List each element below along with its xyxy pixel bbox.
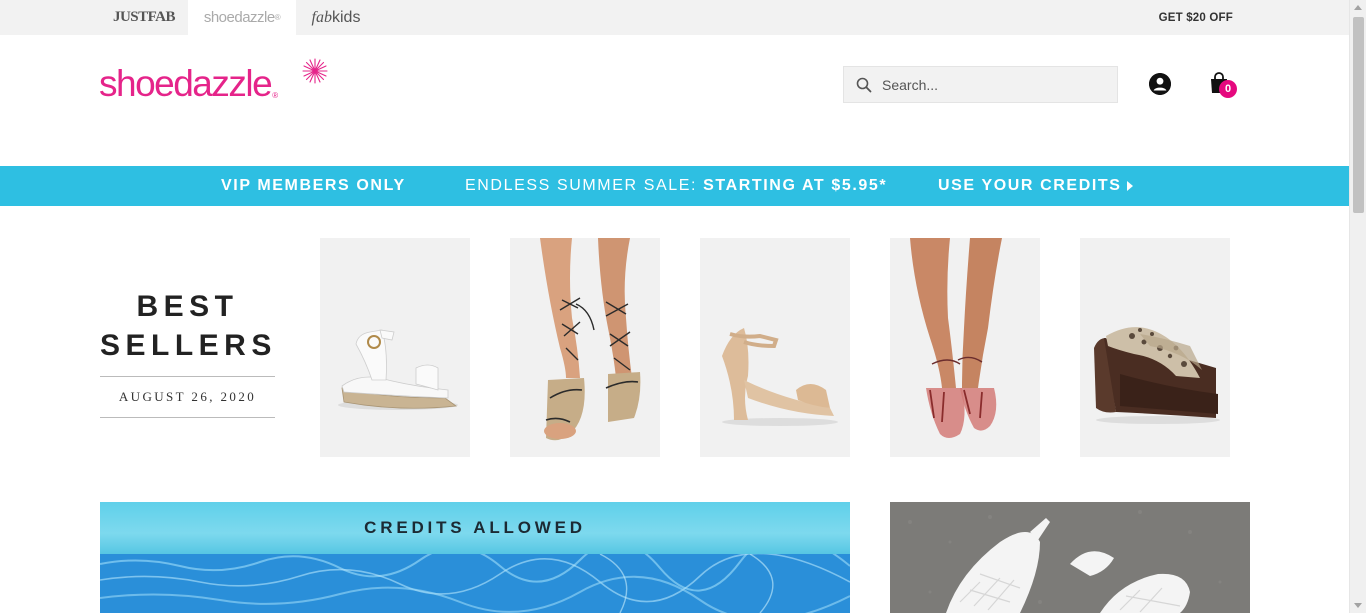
credits-allowed-promo[interactable]: CREDITS ALLOWED [100, 502, 850, 613]
cart-count-badge: 0 [1219, 80, 1237, 98]
product-card-3[interactable] [700, 238, 850, 457]
product-card-2[interactable] [510, 238, 660, 457]
account-icon[interactable] [1149, 73, 1171, 95]
white-quilted-mule-promo[interactable] [890, 502, 1250, 613]
best-sellers-title: BEST SELLERS [100, 287, 275, 365]
sale-price: STARTING AT $5.95* [703, 177, 888, 194]
brand-tab-shoedazzle-label: shoedazzle [203, 9, 275, 26]
credits-allowed-label: CREDITS ALLOWED [364, 518, 586, 537]
vip-promo-banner: VIP MEMBERS ONLY ENDLESS SUMMER SALE: ST… [0, 166, 1349, 206]
brand-tab-justfab[interactable]: JUSTFAB [100, 0, 188, 35]
use-your-credits-link[interactable]: USE YOUR CREDITS [938, 177, 1133, 195]
product-card-4[interactable] [890, 238, 1040, 457]
red-clear-heeled-sandal-image [890, 238, 1040, 457]
scroll-thumb[interactable] [1353, 17, 1364, 213]
brand-strip: JUSTFAB shoedazzle ® fab kids GET $20 OFF [0, 0, 1349, 35]
search-box [843, 66, 1118, 103]
pool-water-image [100, 554, 850, 613]
nude-sculpted-wedge-image [700, 238, 850, 457]
product-card-1[interactable] [320, 238, 470, 457]
scroll-down-icon[interactable] [1354, 603, 1362, 608]
product-card-5[interactable] [1080, 238, 1230, 457]
brand-tab-fabkids-fab: fab [311, 8, 332, 26]
sale-prefix: ENDLESS SUMMER SALE: [465, 177, 698, 194]
endless-summer-sale-text: ENDLESS SUMMER SALE: STARTING AT $5.95* [465, 177, 887, 195]
white-quilted-mule-image [890, 502, 1250, 613]
get-20-off-link[interactable]: GET $20 OFF [1159, 0, 1233, 35]
use-your-credits-label: USE YOUR CREDITS [938, 177, 1122, 194]
lace-up-espadrille-wedge-image [510, 238, 660, 457]
page-scrollbar[interactable] [1349, 0, 1366, 613]
shoedazzle-logo[interactable]: shoedazzle ® [99, 58, 328, 104]
best-sellers-line2: SELLERS [100, 329, 277, 362]
search-icon[interactable] [856, 77, 872, 93]
white-espadrille-sandal-image [320, 238, 470, 457]
search-input[interactable] [882, 76, 1102, 93]
best-sellers-date: AUGUST 26, 2020 [100, 376, 275, 418]
brand-tab-fabkids[interactable]: fab kids [296, 0, 376, 35]
logo-star-icon [302, 58, 328, 84]
credits-allowed-header: CREDITS ALLOWED [100, 502, 850, 554]
caret-right-icon [1126, 181, 1133, 191]
cart-button[interactable]: 0 [1209, 72, 1239, 100]
vip-members-only-text: VIP MEMBERS ONLY [221, 177, 406, 194]
scroll-up-icon[interactable] [1354, 5, 1362, 10]
logo-registered-mark: ® [272, 91, 279, 100]
brand-tab-shoedazzle[interactable]: shoedazzle ® [188, 0, 296, 35]
brand-tab-fabkids-kids: kids [332, 8, 361, 26]
brand-tab-shoedazzle-mark: ® [274, 13, 281, 22]
best-sellers-line1: BEST [136, 290, 239, 323]
logo-text: shoedazzle [99, 63, 273, 104]
snakeskin-platform-sandal-image [1080, 238, 1230, 457]
